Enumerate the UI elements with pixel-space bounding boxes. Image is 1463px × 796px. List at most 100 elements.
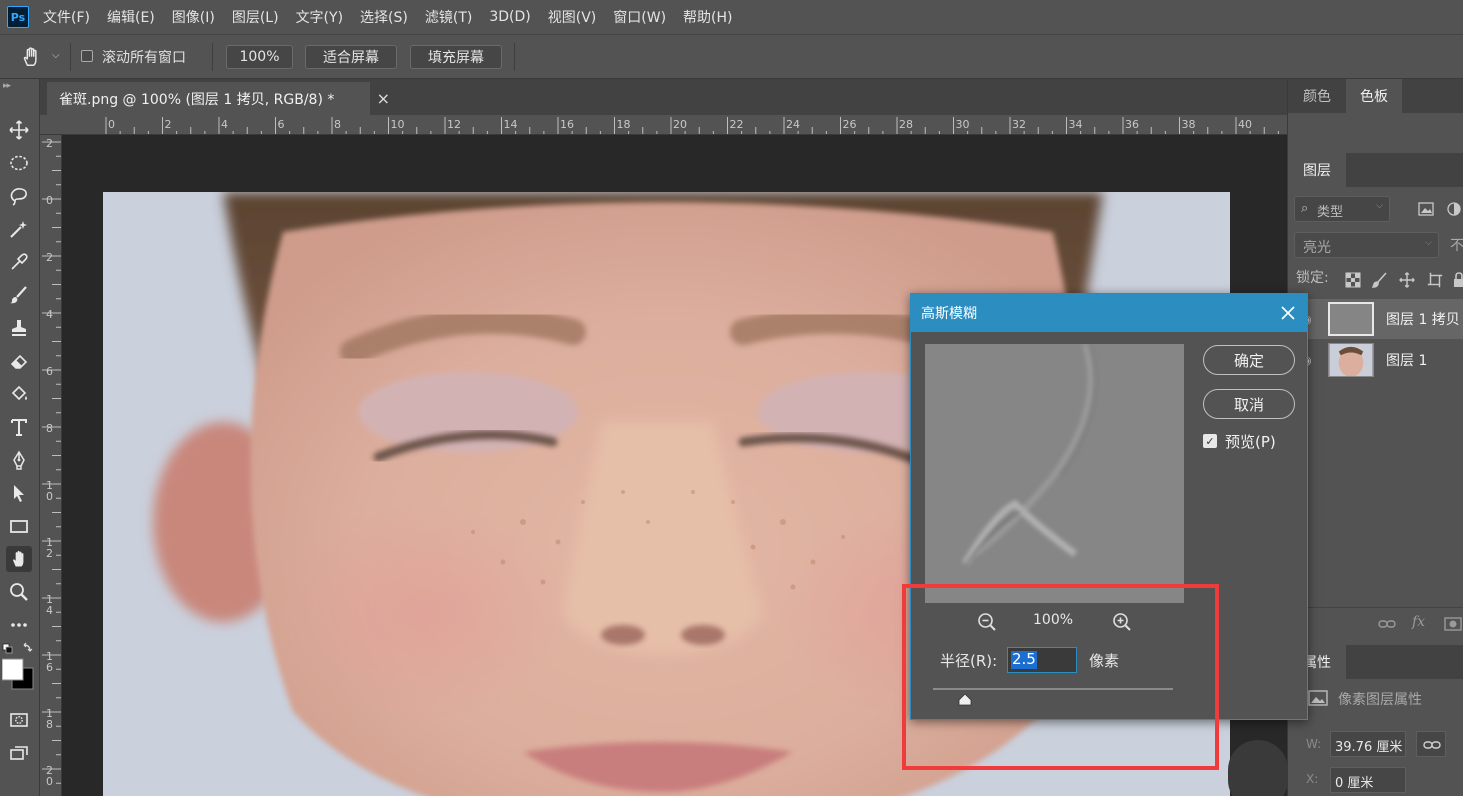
ok-button[interactable]: 确定: [1203, 345, 1295, 375]
options-divider: [514, 43, 515, 71]
ruler-tick-label: 6: [46, 365, 53, 378]
tab-layers[interactable]: 图层: [1288, 153, 1346, 187]
brush-tool-icon[interactable]: [6, 282, 32, 308]
hand-tool-icon[interactable]: [20, 46, 42, 68]
ruler-tick-label: 20: [46, 764, 53, 788]
zoom-tool-icon[interactable]: [6, 579, 32, 605]
close-icon[interactable]: ×: [377, 89, 390, 108]
lock-all-icon[interactable]: [1453, 272, 1463, 288]
menu-select[interactable]: 选择(S): [360, 7, 408, 27]
type-tool-icon[interactable]: [6, 414, 32, 440]
scroll-all-windows-label: 滚动所有窗口: [102, 50, 186, 66]
stamp-tool-icon[interactable]: [6, 315, 32, 341]
layer-row[interactable]: ◉ 图层 1: [1288, 340, 1463, 380]
zoom-out-icon[interactable]: [977, 612, 997, 632]
image-filter-icon[interactable]: [1418, 201, 1434, 217]
pixel-layer-icon: [1308, 690, 1328, 706]
filter-preview[interactable]: [925, 344, 1184, 603]
fit-screen-button[interactable]: 适合屏幕: [305, 45, 397, 69]
menu-file[interactable]: 文件(F): [43, 7, 90, 27]
fill-screen-button[interactable]: 填充屏幕: [410, 45, 502, 69]
rectangle-tool-icon[interactable]: [6, 513, 32, 539]
ruler-tick-label: 30: [955, 118, 970, 131]
preview-label: 预览(P): [1225, 433, 1276, 451]
quick-mask-icon[interactable]: [6, 707, 32, 733]
eraser-tool-icon[interactable]: [6, 348, 32, 374]
menu-edit[interactable]: 编辑(E): [107, 7, 155, 27]
menu-3d[interactable]: 3D(D): [489, 9, 530, 25]
zoom-100-button[interactable]: 100%: [226, 45, 293, 69]
path-selection-tool-icon[interactable]: [6, 480, 32, 506]
ruler-tick-label: 8: [46, 422, 53, 435]
document-tab[interactable]: 雀斑.png @ 100% (图层 1 拷贝, RGB/8) * ×: [47, 82, 390, 115]
layers-panel-tabs: 图层: [1288, 153, 1463, 187]
layer-name: 图层 1: [1386, 353, 1428, 369]
link-dimensions-button[interactable]: [1416, 731, 1446, 757]
menu-window[interactable]: 窗口(W): [613, 7, 666, 27]
lasso-tool-icon[interactable]: [6, 183, 32, 209]
tab-swatches[interactable]: 色板: [1346, 79, 1402, 113]
lock-pixels-icon[interactable]: [1372, 272, 1388, 288]
chevron-down-icon[interactable]: ⌵: [52, 50, 60, 61]
lock-artboard-icon[interactable]: [1426, 271, 1444, 289]
ruler-tick-label: 36: [1125, 118, 1139, 131]
radius-slider-thumb[interactable]: [958, 694, 972, 706]
paint-bucket-tool-icon[interactable]: [6, 381, 32, 407]
cancel-button[interactable]: 取消: [1203, 389, 1295, 419]
tab-color[interactable]: 颜色: [1288, 79, 1346, 113]
right-panel-dock: 颜色 色板 图层 ⌕ 类型 ⌵ 亮光 ⌵ 不 锁定: ◉: [1287, 79, 1463, 796]
marquee-tool-icon[interactable]: [6, 150, 32, 176]
radius-slider-track[interactable]: [933, 688, 1173, 690]
menu-type[interactable]: 文字(Y): [296, 7, 343, 27]
ruler-tick-label: 40: [1238, 118, 1252, 131]
adjustment-filter-icon[interactable]: [1446, 201, 1462, 217]
layer-mask-icon[interactable]: [1444, 617, 1462, 631]
x-label: X:: [1306, 772, 1319, 786]
layer-row[interactable]: ◉ 图层 1 拷贝: [1288, 299, 1463, 339]
link-layers-icon[interactable]: [1378, 617, 1396, 631]
ruler-tick-label: 24: [786, 118, 800, 131]
color-swatches-icon[interactable]: [2, 641, 36, 695]
ruler-tick-label: 16: [560, 118, 574, 131]
menu-layer[interactable]: 图层(L): [232, 7, 279, 27]
pen-tool-icon[interactable]: [6, 447, 32, 473]
screen-mode-icon[interactable]: [6, 740, 32, 766]
link-icon: [1423, 741, 1441, 749]
blend-mode-select[interactable]: 亮光 ⌵: [1294, 232, 1439, 258]
properties-panel-tabs: 属性: [1288, 645, 1463, 679]
hand-tool-icon[interactable]: [6, 546, 32, 572]
ruler-tick-label: 18: [46, 707, 53, 731]
dialog-titlebar[interactable]: 高斯模糊: [911, 294, 1307, 332]
more-tools-icon[interactable]: [6, 612, 32, 638]
zoom-in-icon[interactable]: [1112, 612, 1132, 632]
layer-filter-select[interactable]: ⌕ 类型 ⌵: [1294, 196, 1390, 222]
layer-thumbnail: [1328, 302, 1374, 336]
opacity-label: 不: [1450, 238, 1463, 254]
layer-thumbnail: [1328, 343, 1374, 377]
menu-view[interactable]: 视图(V): [548, 7, 597, 27]
menu-bar: Ps 文件(F) 编辑(E) 图像(I) 图层(L) 文字(Y) 选择(S) 滤…: [0, 0, 1463, 34]
panel-grip-icon[interactable]: ▸▸: [3, 81, 11, 91]
close-icon[interactable]: [1281, 306, 1295, 320]
scroll-overlay: [1228, 740, 1288, 796]
gaussian-blur-dialog: 高斯模糊 确定 取消 ✓ 预览(P) 100% 半径(R): 2.5 像素: [910, 293, 1308, 720]
preview-checkbox[interactable]: ✓: [1203, 434, 1217, 448]
menu-filter[interactable]: 滤镜(T): [425, 7, 472, 27]
scroll-all-windows-checkbox[interactable]: [81, 50, 93, 62]
ruler-tick-label: 16: [46, 650, 53, 674]
radius-unit: 像素: [1089, 652, 1120, 670]
layer-style-fx-icon[interactable]: fx: [1412, 614, 1425, 630]
menu-help[interactable]: 帮助(H): [683, 7, 732, 27]
document-tab-bar: 雀斑.png @ 100% (图层 1 拷贝, RGB/8) * ×: [40, 79, 1287, 115]
ruler-tick-label: 6: [277, 118, 285, 131]
move-tool-icon[interactable]: [6, 117, 32, 143]
magic-wand-tool-icon[interactable]: [6, 216, 32, 242]
layer-name: 图层 1 拷贝: [1386, 312, 1460, 328]
eyedropper-tool-icon[interactable]: [6, 249, 32, 275]
menu-image[interactable]: 图像(I): [172, 7, 215, 27]
lock-position-icon[interactable]: [1398, 271, 1416, 289]
x-field[interactable]: 0 厘米: [1330, 767, 1406, 793]
lock-transparent-icon[interactable]: [1345, 272, 1361, 288]
color-panel-tabs: 颜色 色板: [1288, 79, 1463, 113]
width-field[interactable]: 39.76 厘米: [1330, 731, 1406, 757]
